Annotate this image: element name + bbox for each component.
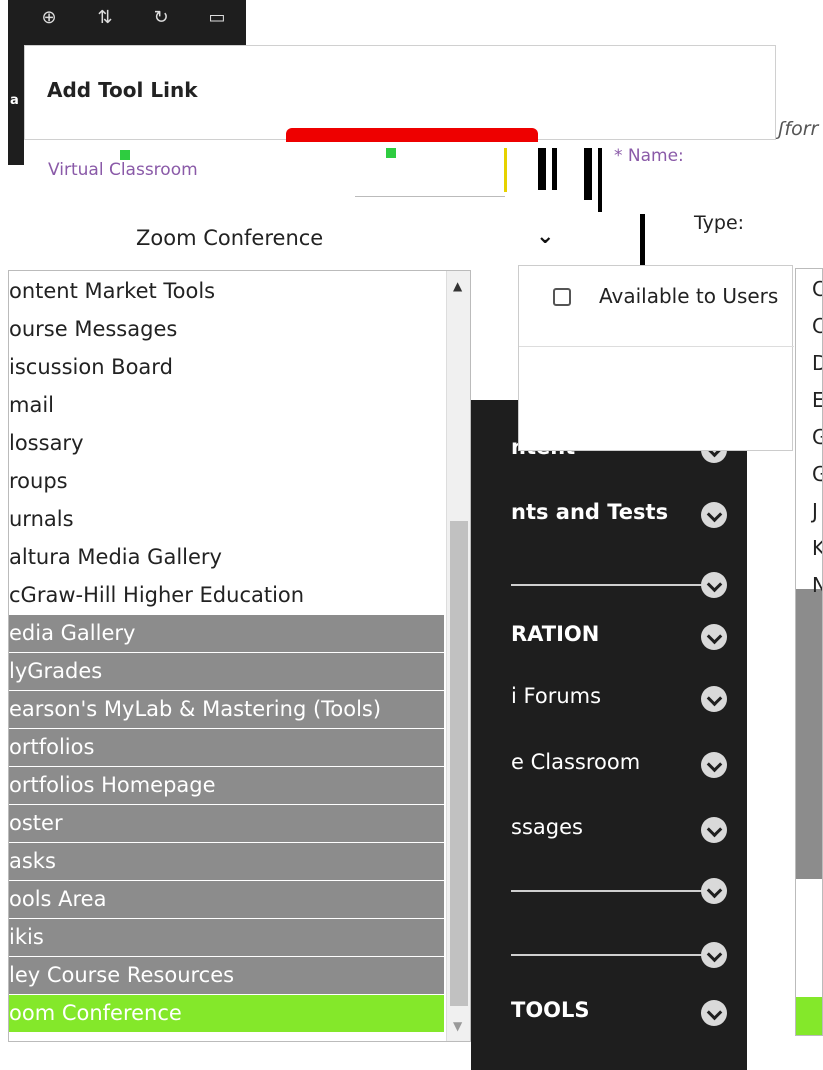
dropdown-option[interactable]: altura Media Gallery <box>9 539 444 576</box>
chevron-down-icon[interactable] <box>701 624 727 650</box>
chevron-down-icon[interactable] <box>701 686 727 712</box>
divider <box>519 346 794 347</box>
add-tool-link-dialog: Add Tool Link <box>24 45 776 140</box>
chevron-down-icon[interactable] <box>701 752 727 778</box>
chevron-down-icon[interactable] <box>701 817 727 843</box>
refresh-icon[interactable]: ↻ <box>150 7 172 29</box>
availability-panel: Available to Users <box>518 265 794 451</box>
side-fragment: ʃforr <box>778 118 819 140</box>
dropdown-option[interactable]: iscussion Board <box>9 349 444 386</box>
glitch-bar <box>552 148 557 190</box>
dropdown-option[interactable]: ikis <box>9 919 444 956</box>
chevron-down-icon[interactable] <box>701 1000 727 1026</box>
folder-icon[interactable]: ▭ <box>206 7 228 29</box>
select-value: Zoom Conference <box>136 226 324 250</box>
dropdown-option[interactable]: lossary <box>9 425 444 462</box>
available-checkbox[interactable] <box>553 288 571 306</box>
right-option-list[interactable]: CCDEGGJKN <box>795 268 823 1036</box>
right-list-item[interactable]: N <box>812 573 822 597</box>
glitch-bar <box>504 148 507 192</box>
dropdown-option[interactable]: mail <box>9 387 444 424</box>
scroll-thumb[interactable] <box>450 521 468 1006</box>
virtual-classroom-label: Virtual Classroom <box>48 160 198 180</box>
menu-divider <box>511 890 706 892</box>
green-pixel <box>120 150 130 160</box>
dropdown-option[interactable]: oster <box>9 805 444 842</box>
scroll-up-icon[interactable]: ▲ <box>453 279 462 293</box>
dropdown-option[interactable]: ortfolios Homepage <box>9 767 444 804</box>
dialog-title: Add Tool Link <box>47 78 198 102</box>
dropdown-option[interactable]: roups <box>9 463 444 500</box>
green-pixel <box>386 148 396 158</box>
dropdown-option[interactable]: urnals <box>9 501 444 538</box>
error-bar <box>286 128 538 142</box>
selected-block <box>796 997 822 1035</box>
dropdown-option[interactable]: ourse Messages <box>9 311 444 348</box>
available-label: Available to Users <box>599 284 779 308</box>
tool-type-dropdown[interactable]: ▲ ▼ ontent Market Tools ourse Messages isc… <box>8 270 471 1042</box>
chevron-down-icon[interactable] <box>701 942 727 968</box>
right-list-item[interactable]: J <box>812 499 818 523</box>
right-list-item[interactable]: C <box>812 277 822 301</box>
menu-divider <box>511 584 706 586</box>
chevron-down-icon[interactable]: ⌄ <box>536 224 554 249</box>
dropdown-option[interactable]: cGraw-Hill Higher Education <box>9 577 444 614</box>
chevron-down-icon[interactable] <box>701 502 727 528</box>
scroll-down-icon[interactable]: ▼ <box>453 1019 462 1033</box>
menu-item[interactable]: RATION <box>511 622 599 646</box>
glitch-bar <box>538 148 546 190</box>
dropdown-option[interactable]: ortfolios <box>9 729 444 766</box>
dropdown-option[interactable]: lyGrades <box>9 653 444 690</box>
dropdown-scrollbar[interactable]: ▲ ▼ <box>446 271 470 1041</box>
dropdown-option[interactable]: ontent Market Tools <box>9 273 444 310</box>
dropdown-option[interactable]: oom Conference <box>9 995 444 1032</box>
right-list-item[interactable]: E <box>812 388 822 412</box>
menu-item[interactable]: e Classroom <box>511 750 640 774</box>
dropdown-option[interactable]: asks <box>9 843 444 880</box>
right-list-item[interactable]: G <box>812 462 822 486</box>
dropdown-option[interactable]: ley Course Resources <box>9 957 444 994</box>
course-menu: ntentnts and TestsRATIONi Forumse Classr… <box>471 400 747 1070</box>
gray-block <box>796 589 822 879</box>
strip-fragment: a <box>10 93 19 108</box>
menu-item[interactable]: nts and Tests <box>511 500 668 524</box>
right-list-item[interactable]: G <box>812 425 822 449</box>
glitch-bar <box>640 214 645 266</box>
right-list-item[interactable]: K <box>812 536 822 560</box>
glitch-bar <box>598 148 602 212</box>
toolbar: ⊕ ⇅ ↻ ▭ <box>8 0 246 45</box>
plus-circle-icon[interactable]: ⊕ <box>38 7 60 29</box>
right-list-item[interactable]: C <box>812 314 822 338</box>
menu-divider <box>511 954 706 956</box>
chevron-down-icon[interactable] <box>701 572 727 598</box>
sort-icon[interactable]: ⇅ <box>94 7 116 29</box>
type-label: Type: <box>694 212 745 234</box>
tool-type-select[interactable]: Zoom Conference ⌄ <box>8 214 568 266</box>
chevron-down-icon[interactable] <box>701 878 727 904</box>
left-strip: a <box>8 45 24 165</box>
dropdown-option[interactable]: edia Gallery <box>9 615 444 652</box>
menu-item[interactable]: i Forums <box>511 684 601 708</box>
name-label: * Name: <box>614 146 684 166</box>
dropdown-option[interactable]: ools Area <box>9 881 444 918</box>
dropdown-option[interactable]: earson's MyLab & Mastering (Tools) <box>9 691 444 728</box>
right-list-item[interactable]: D <box>812 351 822 375</box>
menu-item[interactable]: ssages <box>511 815 583 839</box>
glitch-bar <box>584 148 592 200</box>
menu-item[interactable]: TOOLS <box>511 998 590 1022</box>
